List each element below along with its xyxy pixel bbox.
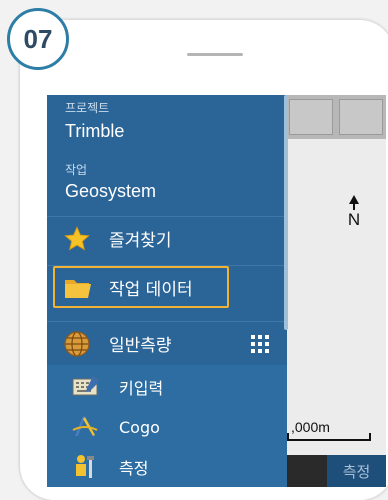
menu-scrollbar[interactable] xyxy=(284,95,288,330)
job-name[interactable]: Geosystem xyxy=(65,181,156,202)
submenu-item-cogo[interactable]: Cogo xyxy=(47,407,287,447)
submenu: 키입력 Cogo 측정 xyxy=(47,365,287,487)
menu-item-favorites[interactable]: 즐겨찾기 xyxy=(47,216,287,260)
map-tool-button[interactable] xyxy=(339,99,383,135)
side-menu: 프로젝트 Trimble 작업 Geosystem 즐겨찾기 작업 데이터 일반… xyxy=(47,95,288,487)
submenu-item-measure[interactable]: 측정 xyxy=(47,447,287,487)
menu-item-label: 일반측량 xyxy=(109,336,172,356)
project-name[interactable]: Trimble xyxy=(65,121,124,142)
phone-speaker xyxy=(187,53,243,56)
step-badge: 07 xyxy=(7,8,69,70)
cogo-compass-icon xyxy=(71,414,99,440)
apps-grid-icon[interactable] xyxy=(251,335,269,353)
menu-item-general-survey[interactable]: 일반측량 xyxy=(47,321,287,365)
menu-item-label: 즐겨찾기 xyxy=(109,231,172,251)
job-label: 작업 xyxy=(65,163,88,177)
star-icon xyxy=(63,225,91,253)
surveyor-icon xyxy=(71,454,99,480)
project-label: 프로젝트 xyxy=(65,101,110,115)
north-label: N xyxy=(347,210,361,229)
submenu-item-key-in[interactable]: 키입력 xyxy=(47,367,287,407)
map-view[interactable]: N ,000m 측정 xyxy=(287,95,386,487)
map-tool-button[interactable] xyxy=(289,99,333,135)
measure-button[interactable]: 측정 xyxy=(327,455,386,487)
globe-icon xyxy=(63,330,91,358)
submenu-item-label: 키입력 xyxy=(119,379,164,398)
submenu-item-label: 측정 xyxy=(119,459,149,478)
north-arrow-icon: N xyxy=(344,195,364,241)
highlight-frame xyxy=(53,266,229,308)
scale-bar xyxy=(287,433,371,441)
map-toolbar xyxy=(287,95,386,139)
app-screen: N ,000m 측정 프로젝트 Trimble 작업 Geosystem 즐겨찾… xyxy=(47,95,386,487)
submenu-item-label: Cogo xyxy=(119,417,160,437)
keyboard-icon xyxy=(71,374,99,400)
